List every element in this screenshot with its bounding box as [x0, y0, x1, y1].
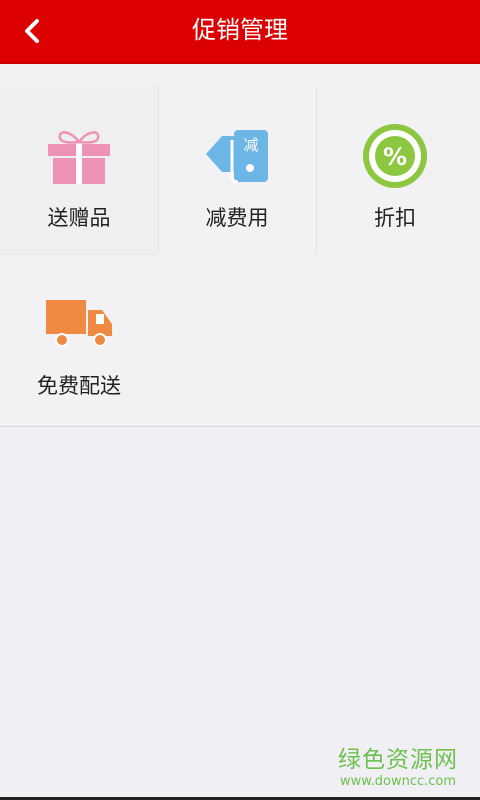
tile-discount-label: 折扣	[374, 206, 416, 230]
watermark: 绿色资源网 www.downcc.com	[338, 746, 458, 790]
grid-divider	[0, 254, 158, 255]
tile-discount[interactable]: % 折扣	[316, 86, 474, 254]
tile-reduce-fee[interactable]: 减 减费用	[158, 86, 316, 254]
grid-divider	[158, 86, 159, 254]
svg-text:%: %	[383, 143, 407, 171]
app-header: 促销管理	[0, 0, 480, 64]
svg-text:减: 减	[243, 136, 258, 154]
tile-gift-label: 送赠品	[47, 206, 111, 230]
watermark-url: www.downcc.com	[339, 774, 457, 789]
page-title: 促销管理	[192, 16, 288, 44]
delivery-truck-icon	[43, 292, 115, 356]
promotion-grid: 送赠品 减 减费用 % 折扣 免费配送	[0, 64, 480, 427]
percent-badge-icon: %	[359, 124, 431, 188]
tile-free-delivery-label: 免费配送	[37, 374, 121, 398]
tile-gift[interactable]: 送赠品	[0, 86, 158, 254]
grid-divider	[316, 86, 317, 254]
discount-tag-icon: 减	[201, 124, 273, 188]
watermark-title: 绿色资源网	[338, 747, 458, 773]
tile-free-delivery[interactable]: 免费配送	[0, 254, 158, 422]
gift-icon	[43, 124, 115, 188]
tile-reduce-fee-label: 减费用	[205, 206, 269, 230]
